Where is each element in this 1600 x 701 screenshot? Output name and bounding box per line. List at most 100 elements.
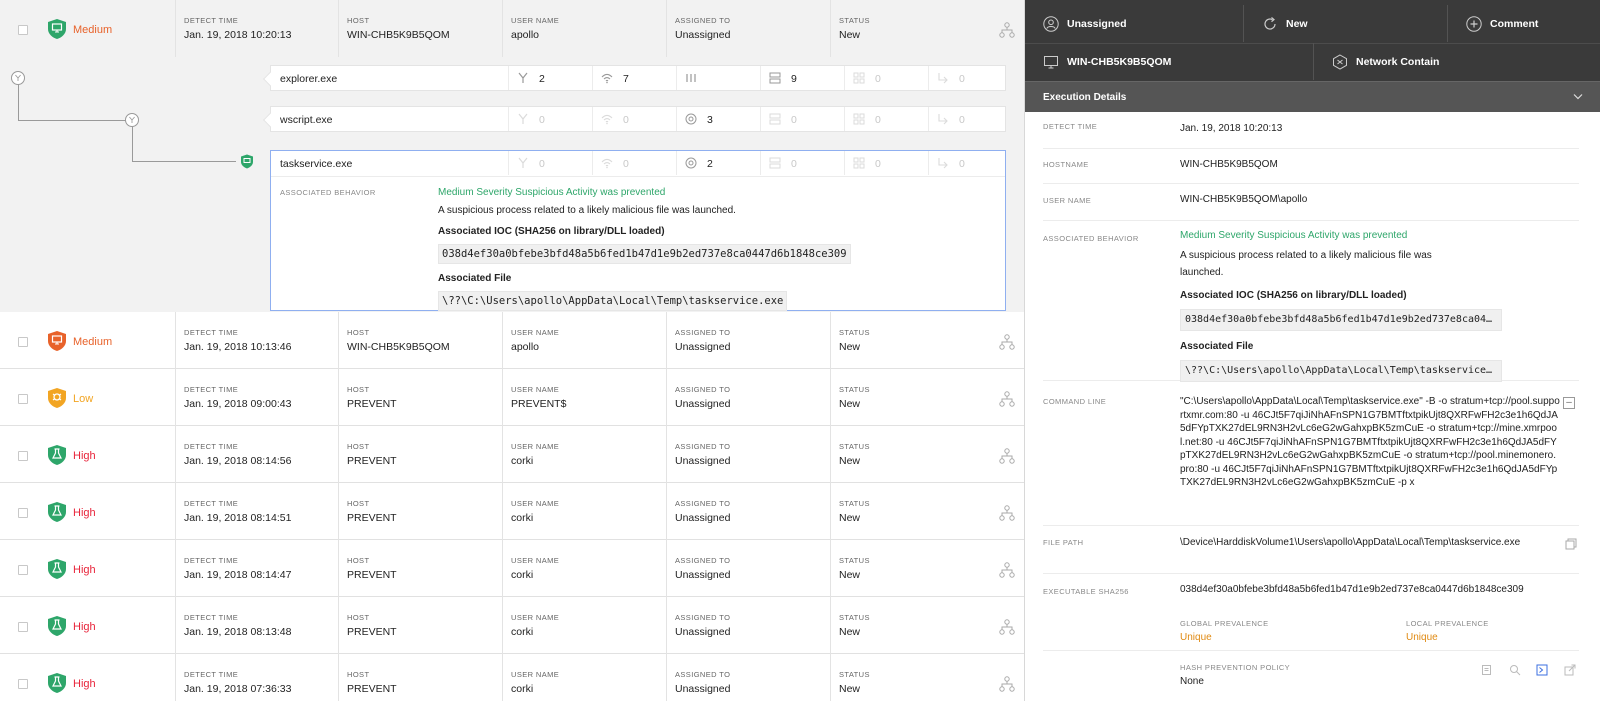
monitor-icon — [1044, 56, 1058, 69]
flask-shield-icon — [48, 673, 66, 693]
process-stat-network-connect[interactable]: 0 — [928, 107, 1012, 131]
cell-host: HOST PREVENT — [338, 597, 502, 654]
detection-row[interactable]: Medium DETECT TIME Jan. 19, 2018 10:13:46 H… — [0, 312, 1024, 369]
process-stat-network[interactable]: 0 — [592, 107, 676, 131]
cell-status: STATUS New — [830, 540, 994, 597]
flask-shield-icon — [48, 616, 66, 636]
process-tree-icon[interactable] — [999, 334, 1015, 350]
detection-row[interactable]: High DETECT TIME Jan. 19, 2018 08:14:56 HOS… — [0, 426, 1024, 483]
cell-host: HOST WIN-CHB5K9B5QOM — [338, 312, 502, 369]
process-stat-registry[interactable]: 0 — [844, 107, 928, 131]
process-stat-disk[interactable]: 0 — [760, 151, 844, 175]
cell-host: HOST PREVENT — [338, 483, 502, 540]
cell-user-name: USER NAME PREVENT$ — [502, 369, 666, 426]
row-checkbox[interactable] — [18, 508, 28, 518]
row-checkbox[interactable] — [18, 394, 28, 404]
copy-icon[interactable] — [1565, 538, 1577, 550]
process-tree-icon[interactable] — [999, 562, 1015, 578]
cell-assigned-to: ASSIGNED TO Unassigned — [666, 540, 830, 597]
process-stat-disk[interactable]: 0 — [760, 107, 844, 131]
tree-node-icon[interactable] — [125, 113, 139, 127]
detection-node-icon[interactable] — [240, 154, 254, 169]
local-prevalence-value: Unique — [1406, 632, 1438, 643]
dns-icon — [685, 157, 697, 169]
process-stat-disk[interactable]: 9 — [760, 66, 844, 90]
collapse-icon[interactable]: – — [1563, 397, 1575, 409]
ioc-value[interactable]: 038d4ef30a0bfebe3bfd48a5b6fed1b47d1e9b2e… — [1180, 309, 1502, 331]
severity-label: High — [73, 621, 96, 633]
ioc-value[interactable]: 038d4ef30a0bfebe3bfd48a5b6fed1b47d1e9b2e… — [438, 244, 851, 264]
network-contain-button[interactable]: Network Contain — [1313, 43, 1600, 80]
block-hash-icon[interactable] — [1536, 664, 1548, 676]
registry-icon — [853, 72, 865, 84]
assign-button[interactable]: Unassigned — [1025, 5, 1243, 42]
associated-file-value[interactable]: \??\C:\Users\apollo\AppData\Local\Temp\t… — [438, 291, 788, 311]
process-stat-fork[interactable]: 0 — [508, 107, 592, 131]
process-card[interactable]: explorer.exe 2 7 9 0 0 — [262, 65, 1006, 91]
dns-icon — [686, 74, 696, 82]
severity-label: High — [73, 678, 96, 690]
cell-user-name: USER NAME apollo — [502, 0, 666, 57]
process-stat-network-connect[interactable]: 0 — [928, 66, 1012, 90]
process-tree-icon[interactable] — [999, 505, 1015, 521]
row-checkbox[interactable] — [18, 337, 28, 347]
process-stat-network[interactable]: 0 — [592, 151, 676, 175]
host-button[interactable]: WIN-CHB5K9B5QOM — [1025, 43, 1313, 80]
network-icon — [601, 114, 613, 125]
row-checkbox[interactable] — [18, 565, 28, 575]
row-checkbox[interactable] — [18, 25, 28, 35]
detection-row[interactable]: Low DETECT TIME Jan. 19, 2018 09:00:43 HOST… — [0, 369, 1024, 426]
severity-label: High — [73, 564, 96, 576]
open-external-icon[interactable] — [1564, 664, 1576, 676]
severity-label: Low — [73, 393, 94, 405]
detection-row[interactable]: Medium DETECT TIME Jan. 19, 2018 10:20:13 H… — [0, 0, 1024, 57]
associated-file-value[interactable]: \??\C:\Users\apollo\AppData\Local\Temp\t… — [1180, 360, 1502, 382]
process-name: taskservice.exe — [280, 158, 353, 170]
process-stat-fork[interactable]: 0 — [508, 151, 592, 175]
cell-user-name: USER NAME apollo — [502, 312, 666, 369]
dns-icon — [685, 113, 697, 125]
disk-icon — [769, 157, 781, 169]
severity-badge — [47, 558, 67, 580]
cell-assigned-to: ASSIGNED TO Unassigned — [666, 312, 830, 369]
status-button[interactable]: New — [1243, 5, 1447, 42]
monitor-shield-icon — [48, 331, 66, 351]
execution-details-header[interactable]: Execution Details — [1025, 81, 1600, 112]
process-tree-icon[interactable] — [999, 391, 1015, 407]
process-tree-icon[interactable] — [999, 448, 1015, 464]
process-stat-network[interactable]: 7 — [592, 66, 676, 90]
edit-policy-icon[interactable] — [1481, 664, 1493, 676]
row-checkbox[interactable] — [18, 622, 28, 632]
flask-shield-icon — [48, 502, 66, 522]
cell-detect-time: DETECT TIME Jan. 19, 2018 09:00:43 — [175, 369, 338, 426]
process-tree-icon[interactable] — [999, 676, 1015, 692]
process-stat-fork[interactable]: 2 — [508, 66, 592, 90]
row-checkbox[interactable] — [18, 679, 28, 689]
comment-button[interactable]: Comment — [1447, 5, 1600, 42]
fork-icon — [518, 72, 528, 83]
process-stat-dns[interactable]: 2 — [676, 151, 760, 175]
detection-row[interactable]: High DETECT TIME Jan. 19, 2018 08:13:48 HOS… — [0, 597, 1024, 654]
search-icon[interactable] — [1509, 664, 1521, 676]
process-card[interactable]: wscript.exe 0 0 3 0 0 0 — [262, 106, 1006, 132]
process-stat-network-connect[interactable]: 0 — [928, 151, 1012, 175]
cell-detect-time: DETECT TIME Jan. 19, 2018 07:36:33 — [175, 654, 338, 701]
process-stat-registry[interactable]: 0 — [844, 151, 928, 175]
process-tree-icon[interactable] — [999, 619, 1015, 635]
selected-process-card[interactable]: taskservice.exe 0 0 2 0 0 0 ASSOCIATED BEHAVIO… — [270, 150, 1006, 311]
detection-row[interactable]: High DETECT TIME Jan. 19, 2018 07:36:33 HOS… — [0, 654, 1024, 701]
process-stat-registry[interactable]: 0 — [844, 66, 928, 90]
process-tree-icon[interactable] — [999, 22, 1015, 38]
cell-host: HOST PREVENT — [338, 654, 502, 701]
detection-row[interactable]: High DETECT TIME Jan. 19, 2018 08:14:47 HOS… — [0, 540, 1024, 597]
cell-host: HOST PREVENT — [338, 540, 502, 597]
associated-file-label: Associated File — [438, 273, 512, 284]
process-stat-dns[interactable] — [676, 66, 760, 90]
detection-row[interactable]: High DETECT TIME Jan. 19, 2018 08:14:51 HOS… — [0, 483, 1024, 540]
behavior-title: Medium Severity Suspicious Activity was … — [1180, 230, 1408, 241]
process-stat-dns[interactable]: 3 — [676, 107, 760, 131]
tree-node-icon[interactable] — [11, 71, 25, 85]
row-checkbox[interactable] — [18, 451, 28, 461]
network-connect-icon — [938, 114, 948, 125]
severity-badge — [47, 18, 67, 40]
